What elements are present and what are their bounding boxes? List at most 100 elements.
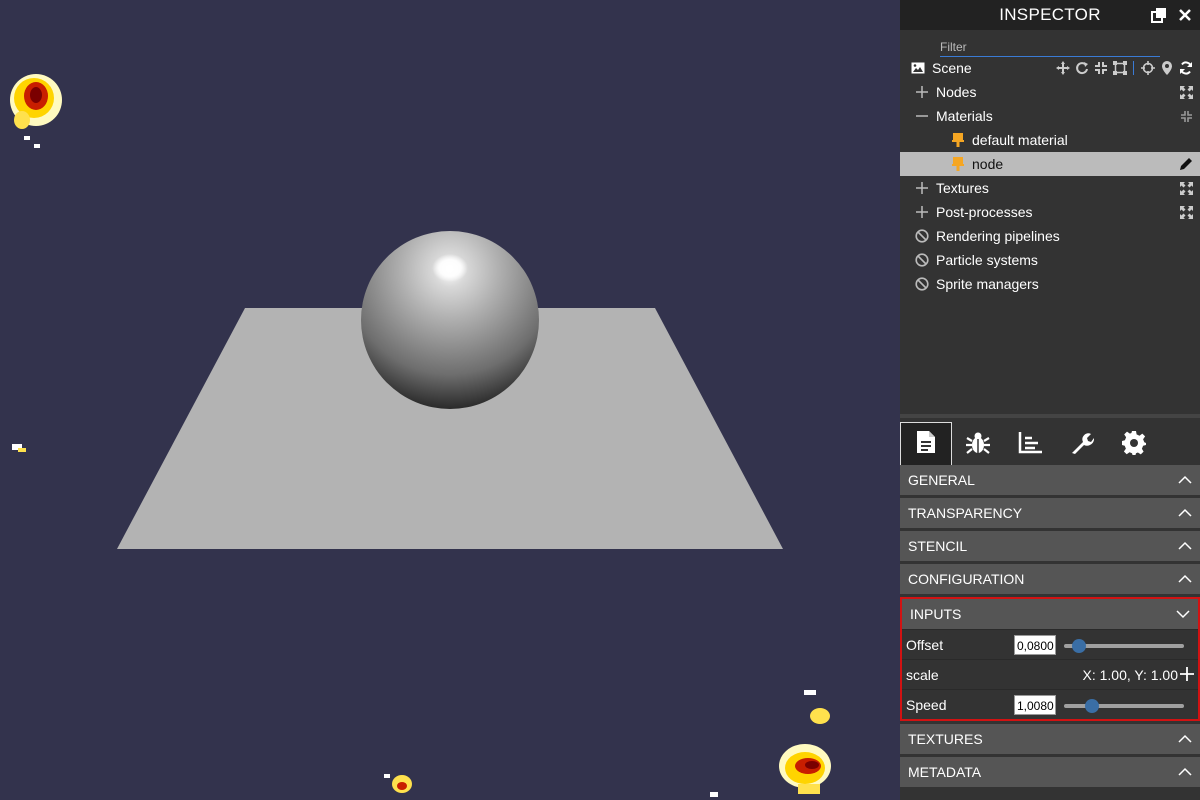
tree-item-node[interactable]: node	[900, 152, 1200, 176]
tree-item-label: Sprite managers	[936, 276, 1039, 292]
section-title: TRANSPARENCY	[908, 505, 1023, 521]
section-general[interactable]: GENERAL	[900, 465, 1200, 495]
tree-item-label: Rendering pipelines	[936, 228, 1060, 244]
section-title: INPUTS	[910, 606, 962, 622]
plus-icon[interactable]	[1180, 667, 1194, 681]
fire-particles-left	[12, 444, 26, 452]
plus-icon[interactable]	[914, 204, 930, 220]
tree-item-sprite-managers[interactable]: Sprite managers	[900, 272, 1200, 296]
disabled-icon	[914, 252, 930, 268]
input-row-scale: scale X: 1.00, Y: 1.00	[902, 659, 1198, 689]
inspector-title: INSPECTOR	[999, 5, 1101, 24]
plus-icon[interactable]	[914, 84, 930, 100]
expand-icon[interactable]	[1178, 180, 1194, 196]
tree-item-label: Textures	[936, 180, 989, 196]
fire-particles-bottom	[384, 774, 718, 797]
offset-input[interactable]: 0,0800	[1014, 635, 1056, 655]
disabled-icon	[914, 228, 930, 244]
offset-label: Offset	[906, 636, 944, 653]
speed-input[interactable]: 1,0080	[1014, 695, 1056, 715]
scene-tree: Scene Nodes Materials default material n…	[900, 56, 1200, 296]
filter-input[interactable]	[940, 38, 1160, 57]
sphere-specular	[432, 254, 468, 282]
brush-icon	[950, 132, 966, 148]
tree-item-post-processes[interactable]: Post-processes	[900, 200, 1200, 224]
tab-debug[interactable]	[952, 424, 1004, 466]
collapse-icon[interactable]	[1178, 108, 1194, 124]
scene-label: Scene	[932, 60, 972, 76]
chevron-up-icon[interactable]	[1178, 765, 1192, 779]
tree-item-rendering-pipelines[interactable]: Rendering pipelines	[900, 224, 1200, 248]
tree-item-scene[interactable]: Scene	[900, 56, 1200, 80]
inputs-highlight-box: INPUTS Offset 0,0800 scale X: 1.00, Y: 1…	[900, 597, 1200, 721]
chevron-down-icon[interactable]	[1176, 607, 1190, 621]
speed-label: Speed	[906, 696, 947, 713]
tab-settings[interactable]	[1108, 424, 1160, 466]
crosshair-icon[interactable]	[1140, 60, 1156, 76]
expand-icon[interactable]	[1178, 84, 1194, 100]
popout-icon[interactable]	[1150, 6, 1168, 24]
tab-properties[interactable]	[900, 422, 952, 466]
section-configuration[interactable]: CONFIGURATION	[900, 564, 1200, 594]
render-viewport[interactable]	[0, 0, 900, 800]
tab-statistics[interactable]	[1004, 424, 1056, 466]
tree-item-nodes[interactable]: Nodes	[900, 80, 1200, 104]
section-title: METADATA	[908, 764, 982, 780]
section-stencil[interactable]: STENCIL	[900, 531, 1200, 561]
refresh-icon[interactable]	[1178, 60, 1194, 76]
chevron-up-icon[interactable]	[1178, 572, 1192, 586]
tree-item-label: Nodes	[936, 84, 977, 100]
section-metadata[interactable]: METADATA	[900, 757, 1200, 787]
minus-icon[interactable]	[914, 108, 930, 124]
chevron-up-icon[interactable]	[1178, 506, 1192, 520]
move-icon[interactable]	[1055, 60, 1071, 76]
section-title: STENCIL	[908, 538, 968, 554]
chevron-up-icon[interactable]	[1178, 539, 1192, 553]
tree-item-particle-systems[interactable]: Particle systems	[900, 248, 1200, 272]
tab-tools[interactable]	[1056, 424, 1108, 466]
inspector-header: INSPECTOR	[900, 0, 1200, 30]
wrench-icon	[1070, 431, 1095, 460]
input-row-offset: Offset 0,0800	[902, 629, 1198, 659]
tree-item-materials[interactable]: Materials	[900, 104, 1200, 128]
tree-item-label: default material	[972, 132, 1068, 148]
inspector-panel: INSPECTOR Scene	[900, 0, 1200, 800]
close-icon[interactable]	[1176, 6, 1194, 24]
bug-icon	[965, 431, 991, 460]
separator	[1131, 60, 1137, 76]
input-row-speed: Speed 1,0080	[902, 689, 1198, 719]
section-title: TEXTURES	[908, 731, 983, 747]
scale-value: X: 1.00, Y: 1.00	[1082, 666, 1178, 683]
tree-item-textures[interactable]: Textures	[900, 176, 1200, 200]
bounding-box-icon[interactable]	[1112, 60, 1128, 76]
chevron-up-icon[interactable]	[1178, 473, 1192, 487]
expand-icon[interactable]	[1178, 204, 1194, 220]
location-pin-icon[interactable]	[1159, 60, 1175, 76]
plus-icon[interactable]	[914, 180, 930, 196]
speed-slider-thumb[interactable]	[1085, 699, 1099, 713]
tree-item-label: Particle systems	[936, 252, 1038, 268]
scale-icon[interactable]	[1093, 60, 1109, 76]
tree-item-default-material[interactable]: default material	[900, 128, 1200, 152]
fire-particles-bottomright	[779, 690, 831, 794]
disabled-icon	[914, 276, 930, 292]
brush-icon	[950, 156, 966, 172]
speed-slider[interactable]	[1064, 699, 1184, 713]
rotate-icon[interactable]	[1074, 60, 1090, 76]
section-textures[interactable]: TEXTURES	[900, 724, 1200, 754]
property-sections: GENERAL TRANSPARENCY STENCIL CONFIGURATI…	[900, 462, 1200, 787]
section-transparency[interactable]: TRANSPARENCY	[900, 498, 1200, 528]
chevron-up-icon[interactable]	[1178, 732, 1192, 746]
offset-slider[interactable]	[1064, 639, 1184, 653]
tree-item-label: Post-processes	[936, 204, 1033, 220]
section-title: GENERAL	[908, 472, 975, 488]
image-icon	[910, 60, 926, 76]
section-inputs[interactable]: INPUTS	[902, 599, 1198, 629]
chart-icon	[1018, 431, 1042, 459]
filter-row	[900, 30, 1200, 57]
scene-render	[10, 74, 831, 797]
file-icon	[916, 430, 936, 459]
edit-pencil-icon[interactable]	[1178, 156, 1194, 172]
tree-item-label: Materials	[936, 108, 993, 124]
offset-slider-thumb[interactable]	[1072, 639, 1086, 653]
